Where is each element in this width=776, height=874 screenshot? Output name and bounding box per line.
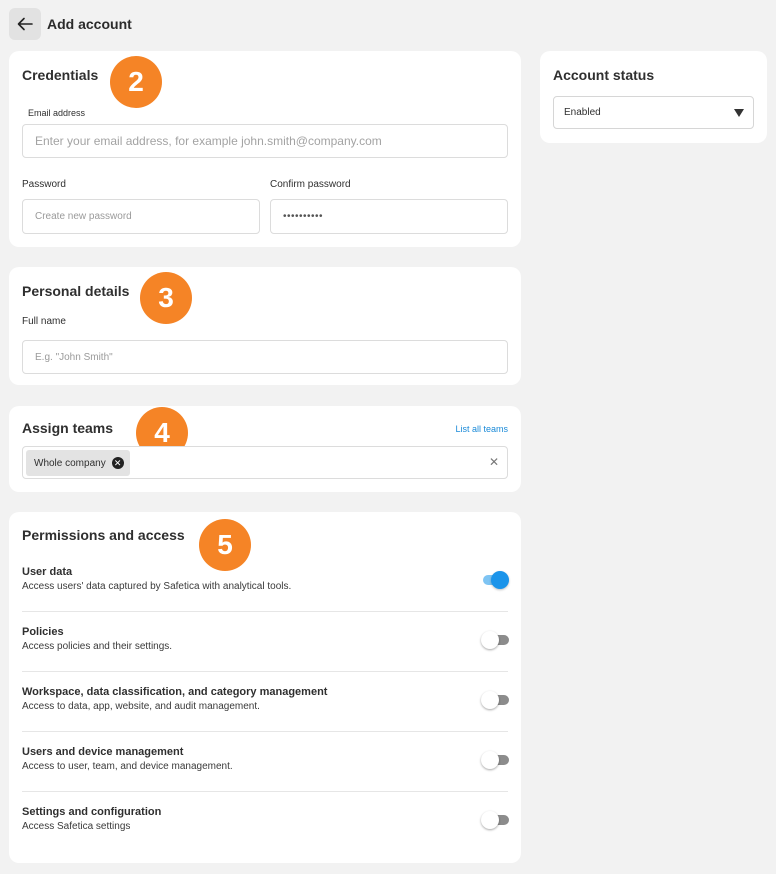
permission-desc: Access policies and their settings. <box>22 641 173 652</box>
password-input[interactable]: Create new password <box>22 199 260 234</box>
permission-title: Users and device management <box>22 746 184 758</box>
divider <box>22 791 508 792</box>
permission-item: Workspace, data classification, and cate… <box>22 686 508 712</box>
remove-chip-icon[interactable]: ✕ <box>111 457 124 469</box>
user-data-toggle[interactable] <box>481 571 509 589</box>
clear-icon[interactable]: ✕ <box>489 455 499 469</box>
teams-input[interactable]: Whole company ✕ ✕ <box>22 446 508 479</box>
team-chip-label: Whole company <box>34 457 106 469</box>
divider <box>22 671 508 672</box>
assign-teams-card: Assign teams 4 List all teams Whole comp… <box>9 406 521 492</box>
step-badge-5: 5 <box>199 519 251 571</box>
personal-details-card: Personal details 3 Full name E.g. "John … <box>9 267 521 385</box>
account-status-select[interactable]: Enabled <box>553 96 754 129</box>
permission-desc: Access users' data captured by Safetica … <box>22 581 292 592</box>
users-devices-toggle[interactable] <box>481 751 509 769</box>
permission-title: Settings and configuration <box>22 806 162 818</box>
permission-item: Users and device management Access to us… <box>22 746 508 772</box>
fullname-input[interactable]: E.g. "John Smith" <box>22 340 508 374</box>
password-placeholder: Create new password <box>35 211 132 222</box>
back-button[interactable] <box>9 8 41 40</box>
permission-title: Workspace, data classification, and cate… <box>22 686 328 698</box>
permission-desc: Access Safetica settings <box>22 821 131 832</box>
permission-title: Policies <box>22 626 64 638</box>
arrow-left-icon <box>17 17 33 31</box>
credentials-card: Credentials 2 Email address Enter your e… <box>9 51 521 247</box>
permissions-title: Permissions and access <box>22 527 185 543</box>
confirm-password-label: Confirm password <box>270 179 351 190</box>
caret-down-icon <box>734 109 744 117</box>
permission-item: User data Access users' data captured by… <box>22 566 508 592</box>
team-chip: Whole company ✕ <box>26 450 130 476</box>
step-badge-3: 3 <box>140 272 192 324</box>
password-label: Password <box>22 179 66 190</box>
email-placeholder: Enter your email address, for example jo… <box>35 134 382 148</box>
policies-toggle[interactable] <box>481 631 509 649</box>
account-status-title: Account status <box>553 67 655 83</box>
fullname-placeholder: E.g. "John Smith" <box>35 351 113 363</box>
permission-title: User data <box>22 566 73 578</box>
permission-desc: Access to user, team, and device managem… <box>22 761 233 772</box>
permissions-card: Permissions and access 5 User data Acces… <box>9 512 521 863</box>
settings-toggle[interactable] <box>481 811 509 829</box>
email-input[interactable]: Enter your email address, for example jo… <box>22 124 508 158</box>
account-status-card: Account status Enabled <box>540 51 767 143</box>
confirm-password-input[interactable]: •••••••••• <box>270 199 508 234</box>
permission-item: Policies Access policies and their setti… <box>22 626 508 652</box>
personal-details-title: Personal details <box>22 283 130 299</box>
divider <box>22 611 508 612</box>
page-title: Add account <box>47 16 132 32</box>
divider <box>22 731 508 732</box>
step-badge-2: 2 <box>110 56 162 108</box>
confirm-password-value: •••••••••• <box>283 211 324 222</box>
credentials-title: Credentials <box>22 67 99 83</box>
email-label: Email address <box>28 108 86 118</box>
fullname-label: Full name <box>22 316 66 327</box>
account-status-value: Enabled <box>564 107 601 118</box>
permission-item: Settings and configuration Access Safeti… <box>22 806 508 832</box>
list-all-teams-link[interactable]: List all teams <box>455 424 508 434</box>
permission-desc: Access to data, app, website, and audit … <box>22 701 260 712</box>
page-header: Add account <box>9 8 132 40</box>
assign-teams-title: Assign teams <box>22 420 114 436</box>
workspace-toggle[interactable] <box>481 691 509 709</box>
